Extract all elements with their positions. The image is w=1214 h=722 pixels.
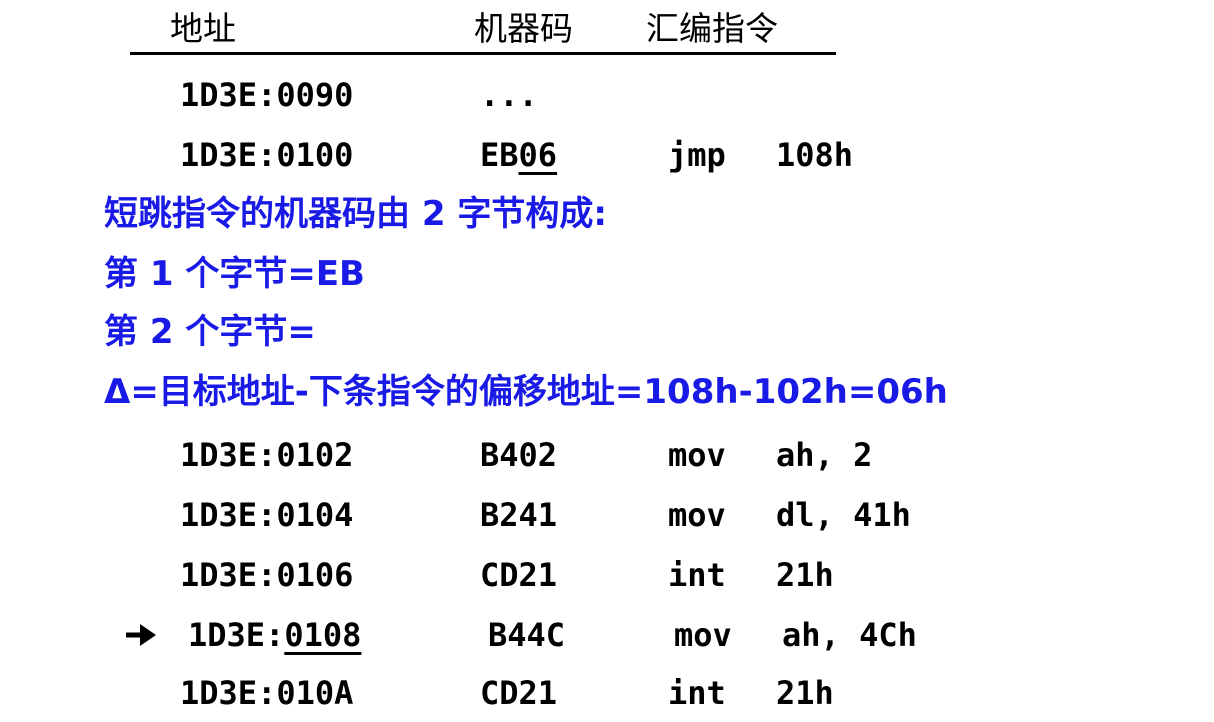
- address-offset: 0108: [284, 616, 362, 654]
- machine-code-offset: 06: [518, 136, 558, 174]
- header-assembly: 汇编指令: [646, 9, 778, 48]
- opcode: mov: [674, 616, 732, 654]
- operands: 21h: [776, 674, 834, 712]
- machine-code: B402: [480, 436, 558, 474]
- opcode: int: [668, 674, 726, 712]
- note-line: 第 2 个字节=: [104, 312, 316, 352]
- operands: ah, 2: [776, 436, 873, 474]
- opcode: mov: [668, 496, 726, 534]
- machine-code: EB06: [480, 126, 557, 184]
- arrow-right-icon: [126, 624, 156, 646]
- header-machine-code: 机器码: [474, 9, 573, 48]
- address: 1D3E:0106: [180, 556, 354, 594]
- code-row: 1D3E:0104 B241 mov dl, 41h: [0, 486, 1214, 544]
- opcode: int: [668, 556, 726, 594]
- operands: ah, 4Ch: [782, 616, 917, 654]
- opcode: jmp: [668, 136, 726, 174]
- machine-code: CD21: [480, 674, 558, 712]
- machine-code: ...: [480, 76, 538, 114]
- current-code-row: 1D3E:0108 B44C mov ah, 4Ch: [0, 606, 1214, 664]
- code-row: 1D3E:0102 B402 mov ah, 2: [0, 426, 1214, 484]
- address: 1D3E:0100: [180, 136, 354, 174]
- note-line: 第 1 个字节=EB: [104, 254, 365, 294]
- machine-code: B44C: [488, 616, 566, 654]
- operands: 108h: [776, 136, 854, 174]
- code-row: 1D3E:010A CD21 int 21h: [0, 664, 1214, 718]
- opcode: mov: [668, 436, 726, 474]
- address: 1D3E:0090: [180, 76, 354, 114]
- header-divider: [130, 52, 836, 55]
- code-row: 1D3E:0106 CD21 int 21h: [0, 546, 1214, 604]
- address: 1D3E:0108: [188, 606, 361, 664]
- header-address: 地址: [170, 9, 236, 48]
- machine-code: B241: [480, 496, 558, 534]
- machine-code: CD21: [480, 556, 558, 594]
- machine-code-prefix: EB: [480, 136, 519, 174]
- address: 1D3E:0104: [180, 496, 354, 534]
- operands: dl, 41h: [776, 496, 911, 534]
- code-row: 1D3E:0100 EB06 jmp 108h: [0, 126, 1214, 184]
- address: 1D3E:0102: [180, 436, 354, 474]
- note-line: 短跳指令的机器码由 2 字节构成:: [104, 194, 607, 234]
- operands: 21h: [776, 556, 834, 594]
- code-row: 1D3E:0090 ...: [0, 66, 1214, 124]
- address-segment: 1D3E:: [188, 616, 285, 654]
- note-line: Δ=目标地址-下条指令的偏移地址=108h-102h=06h: [104, 372, 948, 412]
- address: 1D3E:010A: [180, 674, 354, 712]
